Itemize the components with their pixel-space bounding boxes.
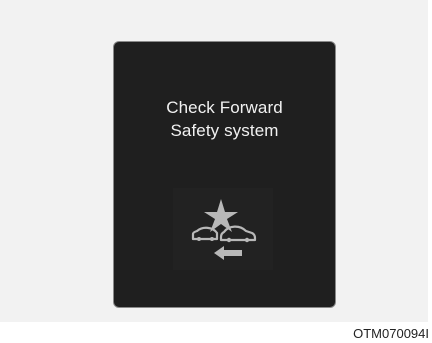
figure-code: OTM070094I — [353, 326, 429, 341]
warning-message: Check Forward Safety system — [114, 96, 335, 142]
warning-message-line-1: Check Forward — [166, 98, 283, 117]
cluster-display: Check Forward Safety system — [113, 41, 336, 308]
forward-collision-warning-icon — [173, 188, 273, 270]
figure-background: Check Forward Safety system — [0, 0, 428, 322]
warning-message-line-2: Safety system — [170, 121, 279, 140]
